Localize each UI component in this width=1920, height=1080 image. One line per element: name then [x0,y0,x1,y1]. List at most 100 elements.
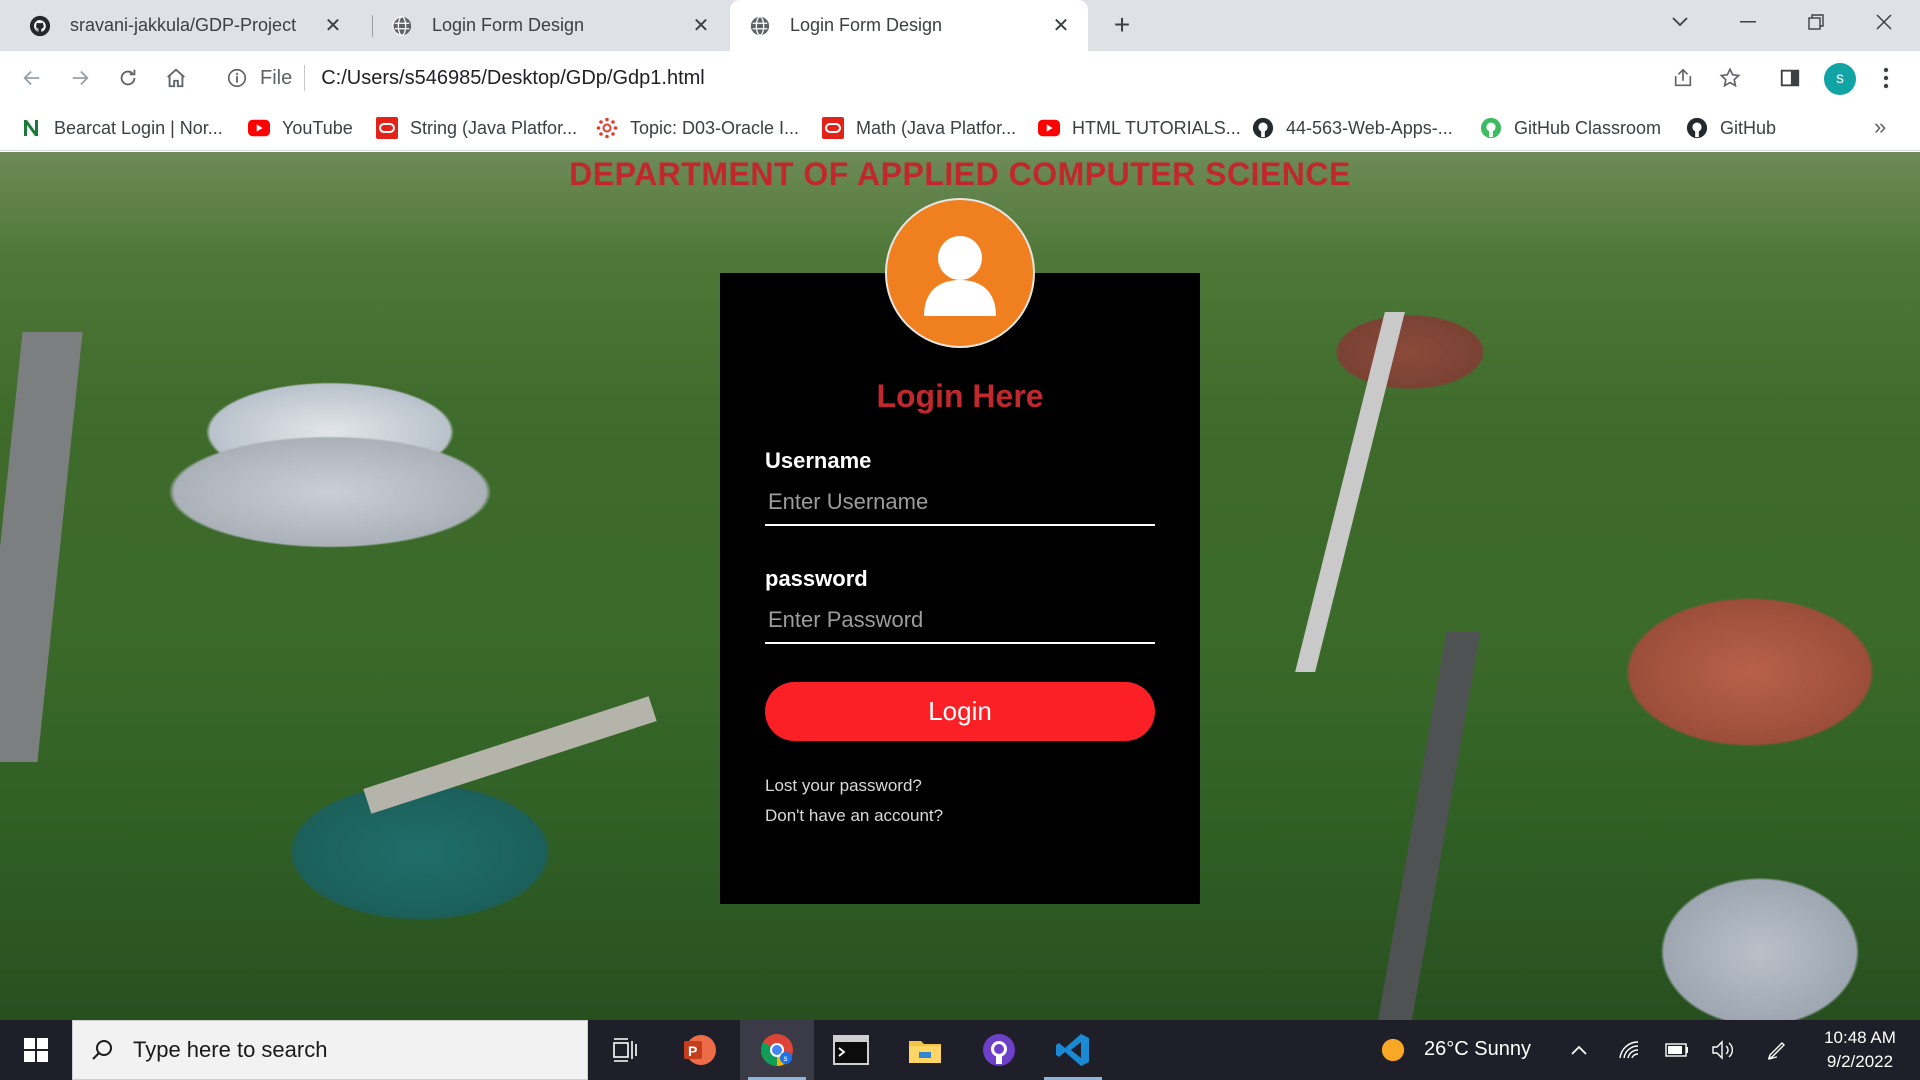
bookmark-label: HTML TUTORIALS... [1072,117,1241,138]
tab-search-chevron-icon[interactable] [1646,0,1714,44]
battery-icon[interactable] [1664,1037,1690,1063]
bookmark-item[interactable]: GitHub [1686,114,1776,142]
terminal-icon[interactable] [814,1020,888,1080]
windows-start-icon[interactable] [0,1020,72,1080]
github-icon [1252,117,1274,139]
tab-title: Login Form Design [790,15,943,35]
bookmark-label: Math (Java Platfor... [856,117,1017,138]
home-button[interactable] [158,60,194,96]
github-classroom-icon [1480,117,1502,139]
close-icon[interactable]: ✕ [688,12,714,38]
forward-button[interactable] [62,60,98,96]
bookmark-item[interactable]: String (Java Platfor... [376,114,577,142]
new-tab-button[interactable]: + [1106,9,1138,41]
search-placeholder: Type here to search [133,1037,328,1062]
bookmark-label: GitHub Classroom [1514,117,1662,138]
wifi-icon[interactable] [1616,1037,1642,1063]
tab-github-project[interactable]: sravani-jakkula/GDP-Project ✕ [0,0,360,51]
back-button[interactable] [14,60,50,96]
restore-button[interactable] [1782,0,1850,44]
login-button[interactable]: Login [765,682,1155,741]
more-bookmarks-chevron-icon[interactable]: » [1874,114,1886,140]
bookmark-item[interactable]: HTML TUTORIALS... [1038,114,1241,142]
oracle-icon [822,117,844,139]
login-heading: Login Here [876,378,1044,414]
tab-strip: sravani-jakkula/GDP-Project ✕ Login Form… [0,0,1920,51]
chevron-up-icon[interactable] [1566,1037,1592,1063]
tab-login-form-design[interactable]: Login Form Design ✕ [372,0,728,51]
side-panel-icon[interactable] [1775,63,1805,93]
svg-text:s: s [784,1054,788,1063]
taskbar-clock[interactable]: 10:48 AM 9/2/2022 [1808,1026,1912,1074]
minimize-button[interactable] [1714,0,1782,44]
oracle-icon [376,117,398,139]
scheme-label: File [260,66,293,89]
background-road [0,332,83,762]
bookmark-label: Topic: D03-Oracle I... [630,117,800,138]
profile-avatar[interactable]: s [1824,63,1856,95]
chrome-icon[interactable]: s [740,1020,814,1080]
bookmark-item[interactable]: Math (Java Platfor... [822,114,1016,142]
clock-date: 9/2/2022 [1826,1052,1894,1071]
info-icon[interactable] [222,63,252,93]
reload-button[interactable] [110,60,146,96]
password-input[interactable] [765,598,1155,644]
clock-time: 10:48 AM [1824,1028,1896,1047]
bookmark-item[interactable]: Bearcat Login | Nor... [20,114,223,142]
url-text[interactable]: C:/Users/s546985/Desktop/GDp/Gdp1.html [321,67,705,90]
windows-taskbar: Type here to search P s 26°C Sunny 10:48… [0,1020,1920,1080]
globe-icon [390,14,414,38]
close-icon[interactable]: ✕ [1048,12,1074,38]
address-bar[interactable]: File C:/Users/s546985/Desktop/GDp/Gdp1.h… [212,57,1752,99]
share-icon[interactable] [1668,63,1698,93]
background-road [1377,632,1481,1020]
menu-kebab-icon[interactable] [1871,63,1901,93]
bookmark-item[interactable]: 44-563-Web-Apps-... [1252,114,1453,142]
github-icon [1686,117,1708,139]
background-road [363,696,657,814]
task-view-icon[interactable] [588,1020,662,1080]
northwest-n-icon [20,117,42,139]
bookmark-item[interactable]: Topic: D03-Oracle I... [596,114,799,142]
close-window-button[interactable] [1850,0,1918,44]
browser-toolbar: File C:/Users/s546985/Desktop/GDp/Gdp1.h… [0,51,1920,105]
bookmark-label: GitHub [1720,117,1777,138]
svg-text:P: P [688,1043,697,1059]
sun-weather-icon[interactable] [1380,1037,1406,1063]
youtube-icon [248,117,270,139]
username-input[interactable] [765,480,1155,526]
speaker-icon[interactable] [1710,1037,1736,1063]
department-title: DEPARTMENT OF APPLIED COMPUTER SCIENCE [569,156,1351,192]
bookmark-star-icon[interactable] [1715,63,1745,93]
bookmark-label: Bearcat Login | Nor... [54,117,223,138]
close-icon[interactable]: ✕ [320,12,346,38]
tab-title: Login Form Design [432,15,585,35]
tab-login-form-design-active[interactable]: Login Form Design ✕ [730,0,1088,51]
signup-link[interactable]: Don't have an account? [765,806,943,826]
vscode-icon[interactable] [1036,1020,1110,1080]
user-avatar-icon [885,198,1035,348]
weather-text[interactable]: 26°C Sunny [1424,1038,1531,1061]
tab-title: sravani-jakkula/GDP-Project [70,15,297,35]
lost-password-link[interactable]: Lost your password? [765,776,922,796]
canvas-icon [596,117,618,139]
bookmark-label: String (Java Platfor... [410,117,578,138]
search-icon [87,1035,117,1065]
github-desktop-icon[interactable] [962,1020,1036,1080]
github-icon [28,14,52,38]
username-label: Username [765,448,872,473]
youtube-icon [1038,117,1060,139]
password-label: password [765,566,868,591]
divider [304,65,306,91]
bookmarks-bar: Bearcat Login | Nor... YouTube String (J… [0,105,1920,151]
powerpoint-icon[interactable]: P [662,1020,736,1080]
background-road [1295,312,1405,672]
bookmark-item[interactable]: GitHub Classroom [1480,114,1661,142]
pen-icon[interactable] [1764,1037,1790,1063]
bookmark-item[interactable]: YouTube [248,114,353,142]
file-explorer-icon[interactable] [888,1020,962,1080]
taskbar-search-box[interactable]: Type here to search [72,1020,588,1080]
page-background: DEPARTMENT OF APPLIED COMPUTER SCIENCE L… [0,152,1920,1020]
bookmark-label: YouTube [282,117,353,138]
bookmark-label: 44-563-Web-Apps-... [1286,117,1453,138]
